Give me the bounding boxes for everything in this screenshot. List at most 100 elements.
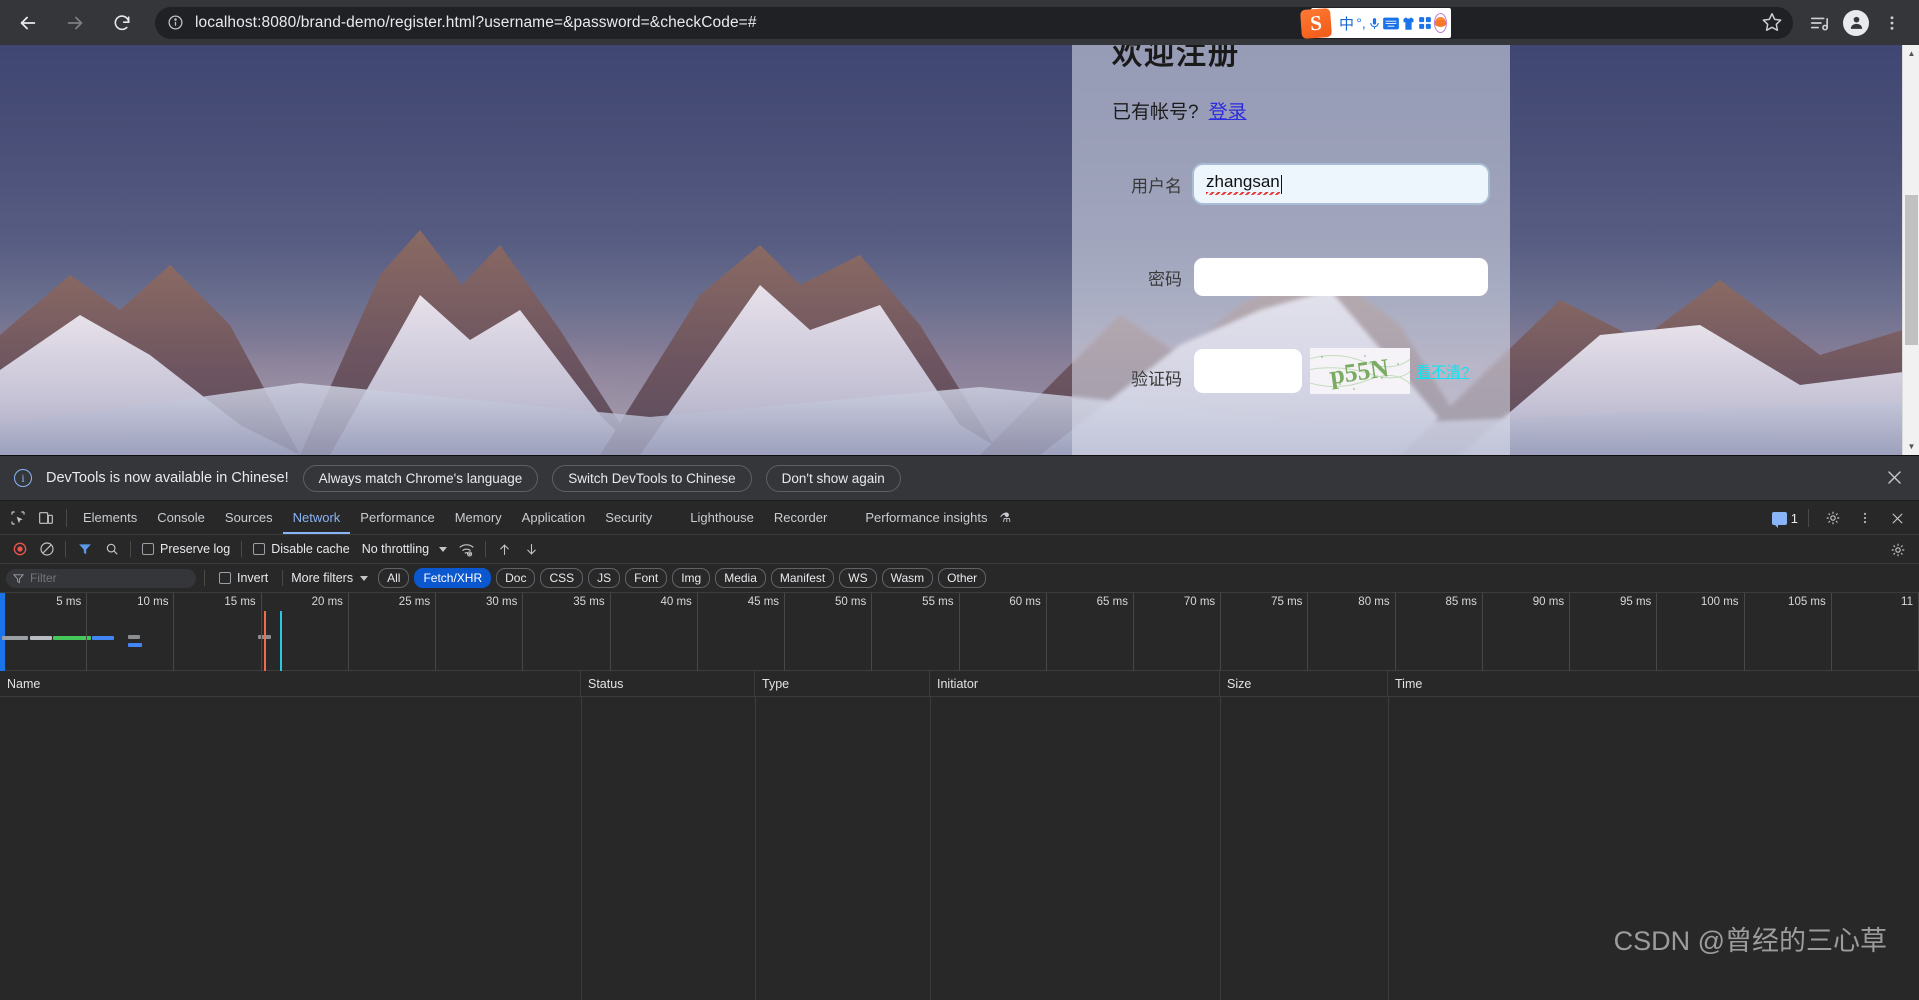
column-header-size[interactable]: Size	[1220, 670, 1388, 697]
back-button[interactable]	[9, 4, 47, 42]
column-header-type[interactable]: Type	[755, 670, 930, 697]
tab-security[interactable]: Security	[595, 501, 662, 534]
network-toolbar-right	[1884, 535, 1911, 564]
grid-divider-5	[1388, 697, 1389, 1000]
ime-mascot-icon[interactable]	[1434, 13, 1447, 33]
switch-to-chinese-button[interactable]: Switch DevTools to Chinese	[552, 464, 752, 492]
chip-img[interactable]: Img	[672, 568, 711, 588]
grid-divider-2	[755, 697, 756, 1000]
tabbar-actions-divider	[1808, 509, 1809, 527]
close-infobar-icon[interactable]	[1885, 468, 1905, 488]
chip-media[interactable]: Media	[715, 568, 766, 588]
password-input[interactable]	[1194, 258, 1488, 296]
inspect-element-icon[interactable]	[4, 505, 32, 531]
filter-icon[interactable]	[71, 536, 98, 563]
network-overview-timeline[interactable]: 5 ms 10 ms 15 ms 20 ms 25 ms 30 ms 35 ms 40 ms 4…	[0, 593, 1919, 671]
forward-button[interactable]	[56, 4, 94, 42]
preserve-log-label: Preserve log	[160, 542, 231, 556]
tab-console[interactable]: Console	[147, 501, 215, 534]
grid-divider-3	[930, 697, 931, 1000]
tab-network[interactable]: Network	[283, 501, 351, 534]
filter-input[interactable]	[6, 568, 196, 588]
profile-button[interactable]	[1839, 6, 1873, 40]
username-input[interactable]: zhangsan	[1194, 165, 1488, 203]
disable-cache-box	[253, 543, 266, 555]
column-header-initiator[interactable]: Initiator	[930, 670, 1220, 697]
column-header-name[interactable]: Name	[0, 670, 581, 697]
throttling-dropdown[interactable]: No throttling	[356, 542, 453, 556]
reading-list-icon[interactable]	[1803, 6, 1837, 40]
chip-all[interactable]: All	[378, 568, 410, 588]
ime-voice-icon[interactable]	[1368, 12, 1381, 34]
captcha-label: 验证码	[1131, 370, 1182, 389]
search-icon[interactable]	[98, 536, 125, 563]
site-info-icon[interactable]	[165, 13, 185, 33]
console-message-count[interactable]: 1	[1771, 511, 1798, 528]
scrollbar-up-arrow[interactable]: ▲	[1903, 45, 1919, 62]
more-filters-dropdown[interactable]: More filters	[291, 571, 369, 585]
tab-performance-insights[interactable]: Performance insights	[855, 501, 997, 534]
tab-performance[interactable]: Performance	[350, 501, 444, 534]
timeline-tick-label: 11	[1901, 596, 1913, 608]
invert-checkbox[interactable]: Invert	[213, 571, 274, 585]
sogou-logo-icon[interactable]: S	[1300, 7, 1332, 40]
address-bar[interactable]: localhost:8080/brand-demo/register.html?…	[155, 6, 1793, 39]
network-request-list[interactable]: CSDN @曾经的三心草	[0, 697, 1919, 1000]
chip-js[interactable]: JS	[588, 568, 621, 588]
kebab-menu-icon[interactable]	[1851, 505, 1879, 531]
infobar-message: DevTools is now available in Chinese!	[46, 470, 289, 486]
column-header-status[interactable]: Status	[581, 670, 755, 697]
have-account-row: 已有帐号? 登录	[1112, 97, 1247, 124]
login-link[interactable]: 登录	[1209, 97, 1247, 124]
page-scrollbar[interactable]: ▲ ▼	[1902, 45, 1919, 455]
tab-memory[interactable]: Memory	[445, 501, 512, 534]
disable-cache-checkbox[interactable]: Disable cache	[247, 542, 356, 556]
chip-css[interactable]: CSS	[540, 568, 584, 588]
record-stop-icon[interactable]	[6, 536, 33, 563]
reload-button[interactable]	[103, 4, 141, 42]
chrome-menu-button[interactable]	[1875, 6, 1909, 40]
tab-application[interactable]: Application	[512, 501, 596, 534]
gear-icon[interactable]	[1819, 505, 1847, 531]
tab-elements[interactable]: Elements	[73, 501, 147, 534]
chip-doc[interactable]: Doc	[496, 568, 536, 588]
captcha-input[interactable]	[1194, 349, 1302, 393]
device-toolbar-icon[interactable]	[32, 505, 60, 531]
tab-sources[interactable]: Sources	[215, 501, 283, 534]
export-har-icon[interactable]	[518, 536, 545, 563]
ime-keyboard-icon[interactable]	[1383, 12, 1399, 34]
sogou-ime-toolbar[interactable]: S 中 °,	[1300, 7, 1451, 40]
scrollbar-thumb[interactable]	[1905, 195, 1918, 345]
ime-skin-icon[interactable]	[1401, 12, 1416, 34]
captcha-image[interactable]: p55N	[1310, 348, 1410, 394]
captcha-refresh-link[interactable]: 看不清?	[1416, 361, 1469, 382]
tab-recorder[interactable]: Recorder	[764, 501, 837, 534]
dont-show-again-button[interactable]: Don't show again	[765, 464, 901, 492]
chip-other[interactable]: Other	[938, 568, 987, 588]
network-conditions-icon[interactable]	[453, 536, 480, 563]
filter-divider-1	[204, 570, 205, 586]
preserve-log-box	[142, 543, 154, 555]
scrollbar-down-arrow[interactable]: ▼	[1903, 438, 1919, 455]
ime-chinese-mode-icon[interactable]: 中	[1339, 12, 1354, 34]
bookmark-star-icon[interactable]	[1761, 11, 1785, 35]
chip-fetch-xhr[interactable]: Fetch/XHR	[414, 568, 492, 588]
network-filter-bar: Invert More filters All Fetch/XHR Doc CS…	[0, 564, 1919, 593]
chip-ws[interactable]: WS	[839, 568, 877, 588]
network-settings-gear-icon[interactable]	[1884, 536, 1911, 563]
devtools-tabbar: Elements Console Sources Network Perform…	[0, 501, 1919, 535]
preserve-log-checkbox[interactable]: Preserve log	[136, 542, 236, 556]
chip-manifest[interactable]: Manifest	[770, 568, 835, 588]
tab-lighthouse[interactable]: Lighthouse	[680, 501, 764, 534]
chip-wasm[interactable]: Wasm	[881, 568, 934, 588]
ime-apps-icon[interactable]	[1418, 12, 1432, 34]
column-header-time[interactable]: Time	[1388, 671, 1919, 697]
always-match-language-button[interactable]: Always match Chrome's language	[302, 464, 539, 492]
chip-font[interactable]: Font	[625, 568, 668, 588]
page-title: 欢迎注册	[1112, 45, 1240, 71]
ime-punctuation-icon[interactable]: °,	[1356, 12, 1366, 34]
captcha-row: 验证码 p55N 看不清?	[1072, 348, 1510, 394]
close-devtools-icon[interactable]	[1883, 505, 1911, 531]
import-har-icon[interactable]	[491, 536, 518, 563]
clear-network-log-icon[interactable]	[33, 536, 60, 563]
